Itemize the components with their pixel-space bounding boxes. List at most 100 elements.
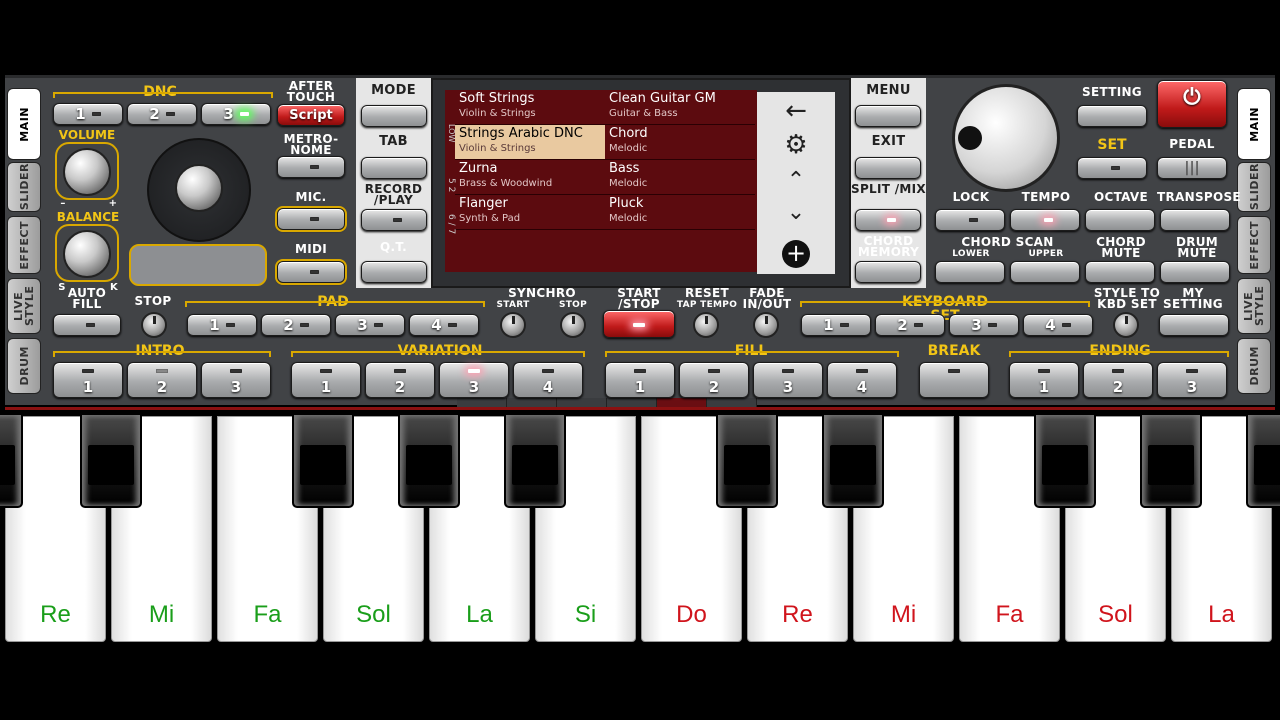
- chord-memory-button[interactable]: [855, 261, 921, 283]
- variation-button-4[interactable]: 4: [513, 362, 583, 398]
- keyboard-set-button-3[interactable]: 3: [949, 314, 1019, 336]
- side-tab-main-right[interactable]: MAIN: [1237, 88, 1271, 160]
- side-tab-slider-left[interactable]: SLIDER: [7, 162, 41, 212]
- led-indicator: [708, 369, 720, 373]
- side-tab-effect-left[interactable]: EFFECT: [7, 216, 41, 274]
- variation-button-1[interactable]: 1: [291, 362, 361, 398]
- black-key[interactable]: [1140, 413, 1202, 508]
- black-key[interactable]: [504, 413, 566, 508]
- chevron-up-icon[interactable]: ⌃: [757, 166, 835, 196]
- setting-button[interactable]: [1077, 105, 1147, 127]
- synchro-stop-knob[interactable]: [560, 312, 586, 338]
- black-key[interactable]: [1246, 413, 1280, 508]
- tab-button[interactable]: [361, 157, 427, 179]
- intro-button-3[interactable]: 3: [201, 362, 271, 398]
- lock-button[interactable]: [935, 209, 1005, 231]
- metronome-button[interactable]: [277, 156, 345, 178]
- qt-button[interactable]: [361, 261, 427, 283]
- chord-scan-lower-button[interactable]: [935, 261, 1005, 283]
- dnc-button-1[interactable]: 1: [53, 103, 123, 125]
- power-button[interactable]: ⏻: [1157, 80, 1227, 128]
- gear-icon[interactable]: ⚙: [757, 130, 835, 160]
- drum-mute-button[interactable]: [1160, 261, 1230, 283]
- pad-button-1[interactable]: 1: [187, 314, 257, 336]
- pad-button-4[interactable]: 4: [409, 314, 479, 336]
- volume-knob[interactable]: [63, 148, 111, 196]
- style-to-kbd-set-knob[interactable]: [1113, 312, 1139, 338]
- reset-tap-tempo-knob[interactable]: [693, 312, 719, 338]
- set-button[interactable]: [1077, 157, 1147, 179]
- side-tab-live-style-left[interactable]: LIVE STYLE: [7, 278, 41, 334]
- pad-button-3[interactable]: 3: [335, 314, 405, 336]
- exit-button[interactable]: [855, 157, 921, 179]
- pad-stop-knob[interactable]: [141, 312, 167, 338]
- fill-button-2[interactable]: 2: [679, 362, 749, 398]
- dnc-button-2[interactable]: 2: [127, 103, 197, 125]
- chevron-down-icon[interactable]: ⌄: [757, 198, 835, 228]
- auto-fill-button[interactable]: [53, 314, 121, 336]
- back-arrow-icon[interactable]: ←: [757, 96, 835, 126]
- mic-button[interactable]: [275, 206, 347, 232]
- menu-button[interactable]: [855, 105, 921, 127]
- keyboard-set-button-1[interactable]: 1: [801, 314, 871, 336]
- split-mix-button[interactable]: [855, 209, 921, 231]
- synchro-start-knob[interactable]: [500, 312, 526, 338]
- fade-knob[interactable]: [753, 312, 779, 338]
- start-stop-button[interactable]: [603, 310, 675, 338]
- variation-button-2[interactable]: 2: [365, 362, 435, 398]
- dnc-button-3[interactable]: 3: [201, 103, 271, 125]
- black-key[interactable]: [1034, 413, 1096, 508]
- my-setting-button[interactable]: [1159, 314, 1229, 336]
- sound-name: Zurna: [459, 161, 498, 176]
- intro-button-1[interactable]: 1: [53, 362, 123, 398]
- black-key[interactable]: [716, 413, 778, 508]
- ending-button-3[interactable]: 3: [1157, 362, 1227, 398]
- sound-item[interactable]: Chord Melodic: [605, 125, 755, 160]
- led-indicator: [309, 217, 319, 221]
- side-tab-effect-right[interactable]: EFFECT: [1237, 216, 1271, 274]
- octave-button[interactable]: [1085, 209, 1155, 231]
- sound-item[interactable]: Zurna Brass & Woodwind: [455, 160, 605, 195]
- intro-button-2[interactable]: 2: [127, 362, 197, 398]
- pitch-bend-pad[interactable]: [129, 244, 267, 286]
- side-tab-label: MAIN: [17, 106, 31, 142]
- ending-button-2[interactable]: 2: [1083, 362, 1153, 398]
- add-icon[interactable]: +: [757, 238, 835, 268]
- fill-button-4[interactable]: 4: [827, 362, 897, 398]
- transpose-button[interactable]: [1160, 209, 1230, 231]
- side-tab-drum-left[interactable]: DRUM: [7, 338, 41, 394]
- chord-scan-upper-button[interactable]: [1010, 261, 1080, 283]
- mode-button[interactable]: [361, 105, 427, 127]
- joystick-handle[interactable]: [175, 164, 223, 212]
- ending-button-1[interactable]: 1: [1009, 362, 1079, 398]
- black-key[interactable]: [0, 413, 23, 508]
- midi-button[interactable]: [275, 259, 347, 285]
- black-key[interactable]: [398, 413, 460, 508]
- sound-item[interactable]: Flanger Synth & Pad: [455, 195, 605, 230]
- after-touch-script-button[interactable]: Script: [277, 104, 345, 126]
- side-tab-drum-right[interactable]: DRUM: [1237, 338, 1271, 394]
- balance-knob[interactable]: [63, 230, 111, 278]
- black-key[interactable]: [80, 413, 142, 508]
- variation-button-3[interactable]: 3: [439, 362, 509, 398]
- record-play-button[interactable]: [361, 209, 427, 231]
- sound-item[interactable]: Pluck Melodic: [605, 195, 755, 230]
- pedal-button[interactable]: |||: [1157, 157, 1227, 179]
- tempo-button[interactable]: [1010, 209, 1080, 231]
- fill-button-1[interactable]: 1: [605, 362, 675, 398]
- sound-item[interactable]: Soft Strings Violin & Strings: [455, 90, 605, 125]
- sound-item[interactable]: Bass Melodic: [605, 160, 755, 195]
- break-button[interactable]: [919, 362, 989, 398]
- black-key[interactable]: [822, 413, 884, 508]
- sound-item-selected[interactable]: Strings Arabic DNC Violin & Strings: [455, 125, 605, 160]
- side-tab-main-left[interactable]: MAIN: [7, 88, 41, 160]
- side-tab-slider-right[interactable]: SLIDER: [1237, 162, 1271, 212]
- keyboard-set-button-4[interactable]: 4: [1023, 314, 1093, 336]
- pad-button-2[interactable]: 2: [261, 314, 331, 336]
- side-tab-live-style-right[interactable]: LIVE STYLE: [1237, 278, 1271, 334]
- sound-item[interactable]: Clean Guitar GM Guitar & Bass: [605, 90, 755, 125]
- black-key[interactable]: [292, 413, 354, 508]
- keyboard-set-button-2[interactable]: 2: [875, 314, 945, 336]
- fill-button-3[interactable]: 3: [753, 362, 823, 398]
- chord-mute-button[interactable]: [1085, 261, 1155, 283]
